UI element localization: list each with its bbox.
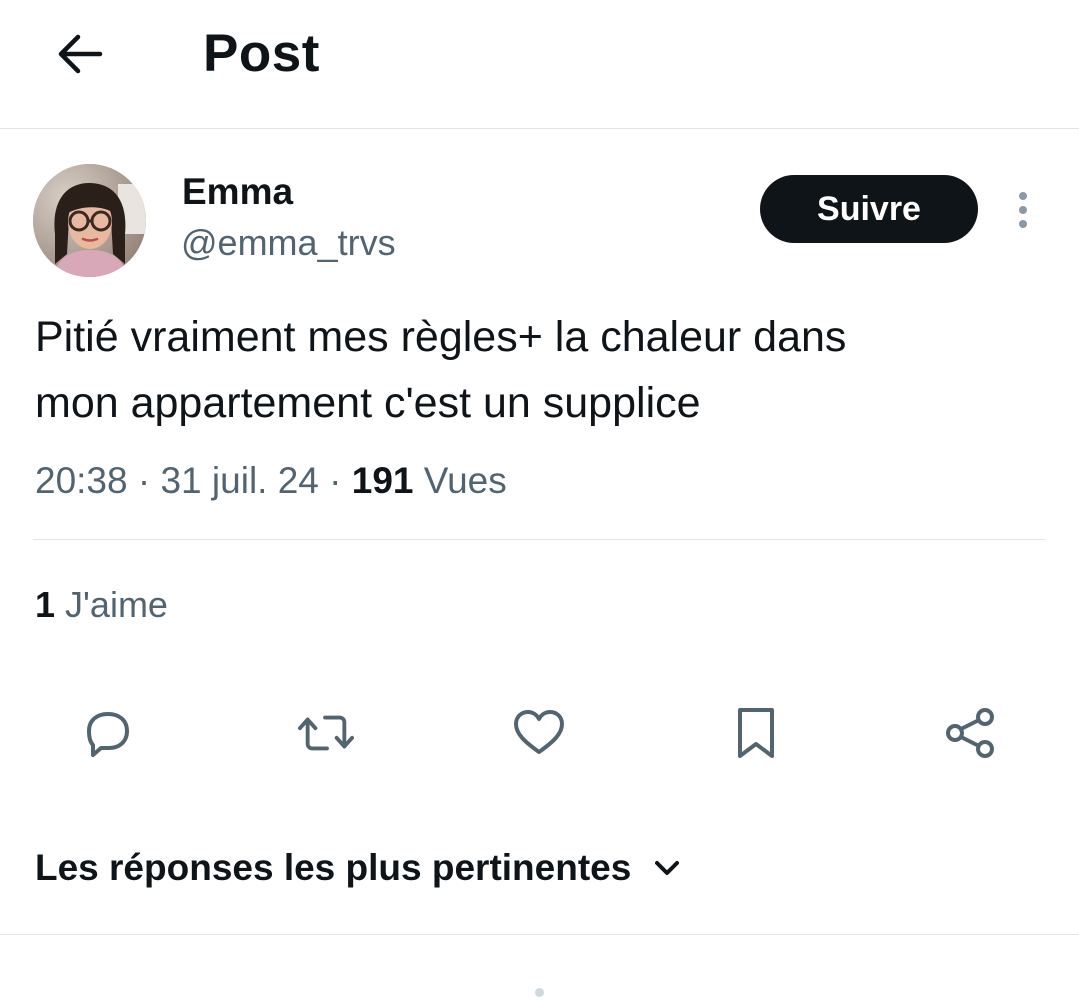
avatar[interactable] bbox=[33, 164, 146, 277]
arrow-left-icon bbox=[58, 34, 103, 74]
likes-summary[interactable]: 1 J'aime bbox=[35, 583, 168, 627]
reply-icon bbox=[87, 712, 129, 757]
follow-button[interactable]: Suivre bbox=[760, 175, 978, 243]
likes-count: 1 bbox=[35, 584, 56, 625]
repost-button[interactable] bbox=[298, 705, 354, 761]
bookmark-button[interactable] bbox=[728, 705, 784, 761]
share-button[interactable] bbox=[942, 705, 998, 761]
meta-separator: · bbox=[329, 460, 342, 501]
post-meta: 20:38 · 31 juil. 24 · 191 Vues bbox=[35, 458, 507, 504]
author-handle[interactable]: @emma_trvs bbox=[181, 222, 396, 264]
post-time[interactable]: 20:38 bbox=[35, 460, 128, 501]
author-name[interactable]: Emma bbox=[182, 170, 293, 214]
repost-icon bbox=[298, 715, 354, 751]
replies-sort-dropdown[interactable]: Les réponses les plus pertinentes bbox=[35, 843, 681, 893]
post-text-line: Pitié vraiment mes règles+ la chaleur da… bbox=[35, 313, 847, 361]
loading-indicator bbox=[535, 988, 544, 997]
more-vertical-icon bbox=[1019, 192, 1027, 228]
reply-button[interactable] bbox=[80, 705, 136, 761]
views-count: 191 bbox=[351, 460, 414, 501]
share-icon bbox=[946, 708, 994, 758]
page-title: Post bbox=[203, 24, 320, 83]
views-label: Vues bbox=[423, 460, 507, 501]
back-button[interactable] bbox=[50, 24, 110, 84]
profile-photo bbox=[33, 164, 146, 277]
post-date[interactable]: 31 juil. 24 bbox=[160, 460, 318, 501]
divider bbox=[33, 539, 1045, 540]
top-bar: Post bbox=[0, 0, 1079, 129]
meta-separator: · bbox=[137, 460, 151, 501]
heart-icon bbox=[514, 710, 564, 754]
likes-label: J'aime bbox=[65, 584, 168, 625]
more-options-button[interactable] bbox=[1005, 188, 1041, 232]
like-button[interactable] bbox=[511, 705, 567, 761]
bookmark-icon bbox=[738, 708, 774, 758]
chevron-down-icon bbox=[653, 858, 681, 878]
replies-sort-label: Les réponses les plus pertinentes bbox=[35, 847, 632, 888]
divider bbox=[0, 934, 1079, 935]
post-text-line: mon appartement c'est un supplice bbox=[35, 379, 701, 427]
post-text: Pitié vraiment mes règles+ la chaleur da… bbox=[35, 304, 1045, 436]
